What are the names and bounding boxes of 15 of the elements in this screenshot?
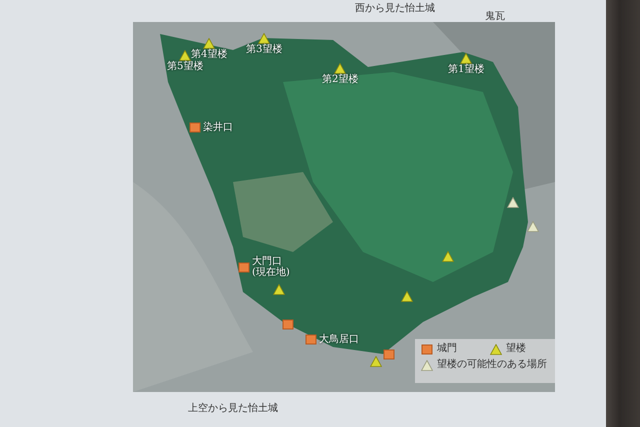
map-label: 第3望楼 bbox=[246, 44, 282, 55]
map-label: 大門口 bbox=[252, 256, 282, 267]
legend-label: 望楼 bbox=[506, 343, 526, 355]
photo-caption: 鬼瓦 bbox=[485, 10, 505, 22]
legend-label: 望楼の可能性のある場所 bbox=[437, 359, 547, 371]
map-label: 染井口 bbox=[203, 122, 233, 133]
photo-caption: 西から見た怡土城 bbox=[355, 2, 435, 16]
legend-label: 城門 bbox=[437, 343, 457, 355]
map-label: 大鳥居口 bbox=[319, 334, 359, 345]
map-caption: 上空から見た怡土城 bbox=[188, 402, 278, 415]
map-label: 第1望楼 bbox=[448, 64, 484, 75]
map-label: 第5望楼 bbox=[167, 61, 204, 72]
map-label: 第2望楼 bbox=[322, 74, 358, 85]
map-label: 第4望楼 bbox=[191, 49, 228, 60]
map-label: (現在地) bbox=[252, 267, 290, 278]
